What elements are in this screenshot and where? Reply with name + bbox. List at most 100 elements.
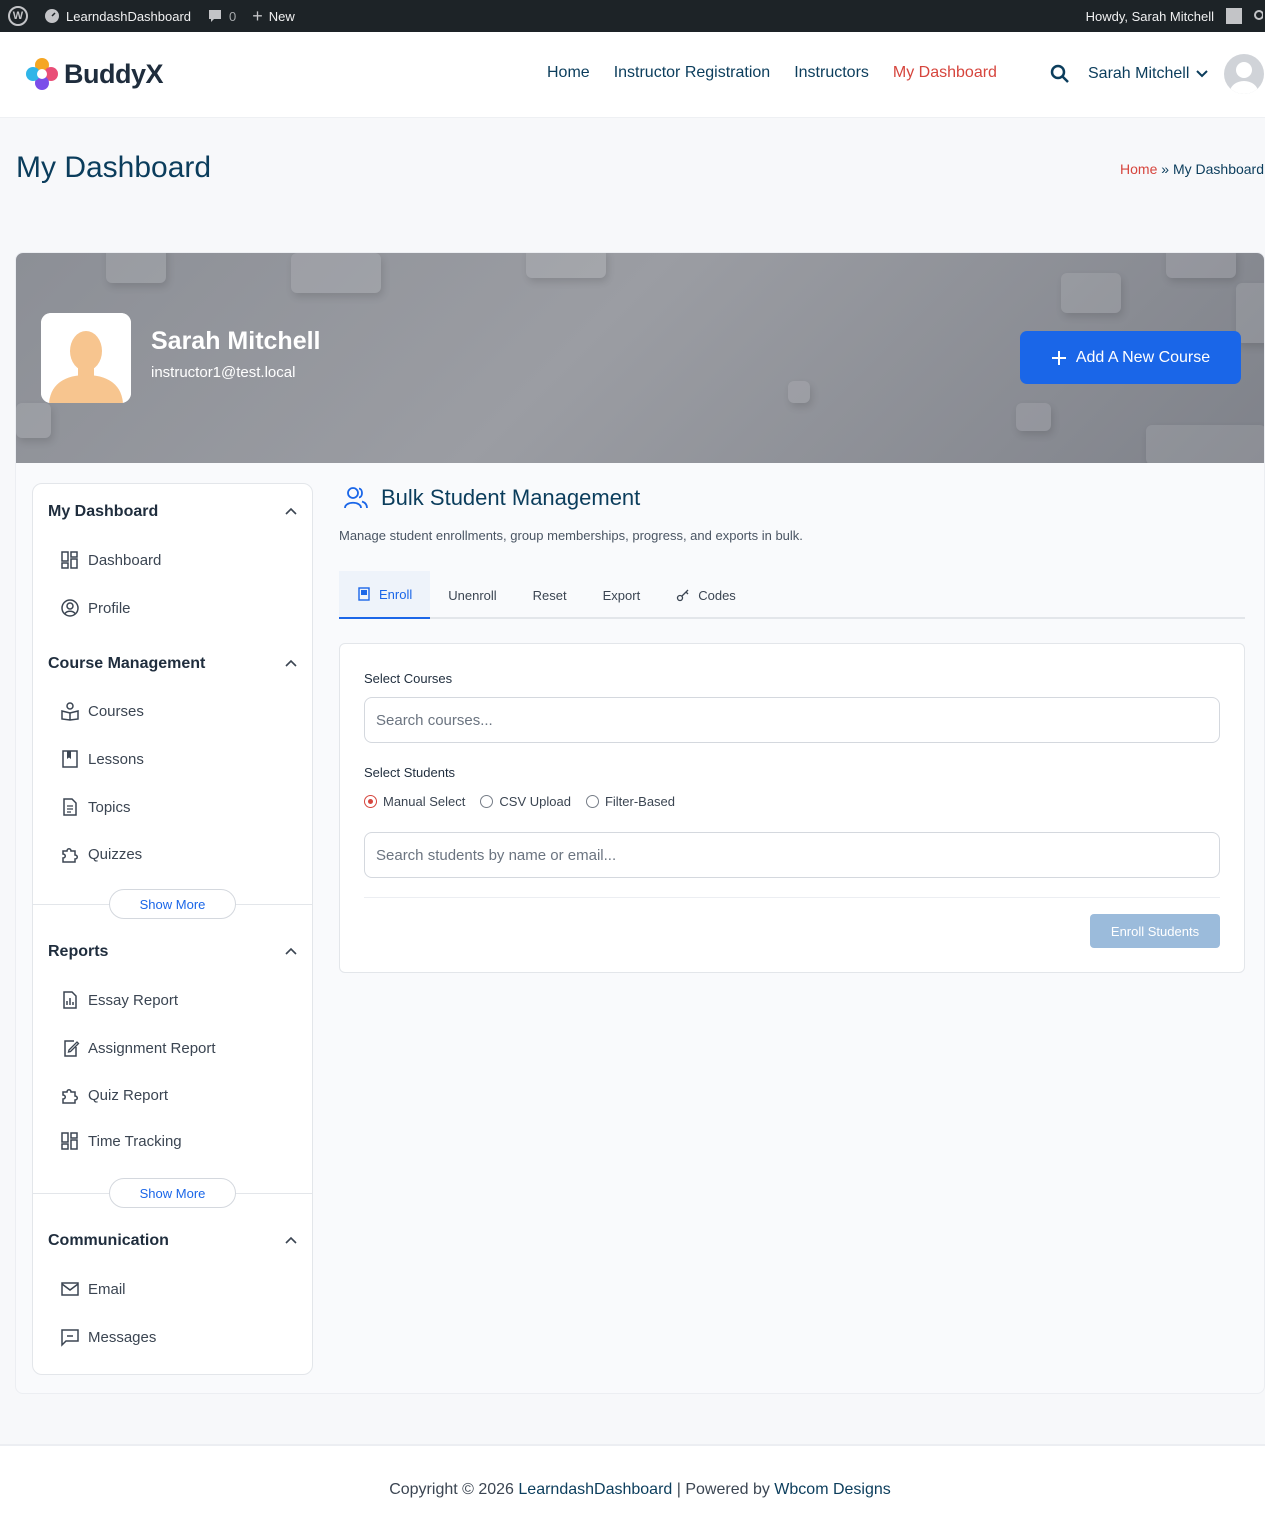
admin-new-link[interactable]: + New (244, 0, 303, 32)
admin-comments-link[interactable]: 0 (199, 0, 244, 32)
profile-name: Sarah Mitchell (151, 327, 321, 355)
footer-site-link[interactable]: LearndashDashboard (518, 1481, 672, 1498)
tab-export[interactable]: Export (585, 571, 659, 619)
sidebar-item-assignment-report[interactable]: Assignment Report (60, 1038, 216, 1058)
content-title: Bulk Student Management (343, 485, 640, 511)
admin-site-name: LearndashDashboard (66, 8, 192, 24)
chevron-up-icon[interactable] (285, 506, 297, 518)
tab-enroll[interactable]: Enroll (339, 571, 431, 619)
enroll-form: Select Courses Search courses... Select … (339, 643, 1245, 973)
radio-button-selected[interactable] (364, 795, 377, 808)
chevron-up-icon[interactable] (285, 1235, 297, 1247)
sidebar-item-quiz-report[interactable]: Quiz Report (60, 1085, 168, 1105)
breadcrumb-current: My Dashboard (1172, 161, 1264, 177)
sidebar-item-label: Assignment Report (88, 1039, 216, 1057)
sidebar-item-label: Messages (88, 1328, 157, 1346)
sidebar-item-label: Courses (88, 702, 144, 720)
users-icon (344, 487, 368, 509)
select-students-label: Select Students (364, 765, 456, 780)
tab-unenroll[interactable]: Unenroll (430, 571, 514, 619)
course-search-input[interactable]: Search courses... (364, 697, 1220, 743)
admin-search[interactable] (1246, 0, 1265, 32)
show-more-button[interactable]: Show More (109, 1178, 236, 1208)
sidebar-item-label: Time Tracking (88, 1132, 182, 1150)
user-circle-icon (61, 599, 79, 617)
radio-button[interactable] (480, 795, 494, 808)
chevron-down-icon (1196, 70, 1209, 78)
buddyx-logo-icon (26, 58, 58, 90)
sidebar-item-email[interactable]: Email (60, 1279, 126, 1299)
content-title-text: Bulk Student Management (381, 485, 641, 510)
puzzle-icon (62, 848, 78, 863)
plus-icon (1051, 350, 1066, 365)
logo-text: BuddyX (64, 58, 164, 89)
sidebar-item-label: Dashboard (88, 551, 162, 569)
enroll-students-button[interactable]: Enroll Students (1090, 914, 1220, 948)
content-description: Manage student enrollments, group member… (339, 528, 803, 543)
dashboard-gauge-icon (45, 9, 59, 23)
nav-instructors[interactable]: Instructors (794, 64, 869, 82)
tab-codes[interactable]: Codes (658, 571, 754, 619)
header-search-icon[interactable] (1050, 64, 1070, 84)
footer-copyright: Copyright © 2026 LearndashDashboard | Po… (0, 1481, 1265, 1499)
sidebar-item-essay-report[interactable]: Essay Report (60, 990, 178, 1010)
sidebar-item-quizzes[interactable]: Quizzes (60, 844, 142, 864)
tab-label: Unenroll (448, 587, 497, 603)
nav-instructor-registration[interactable]: Instructor Registration (614, 64, 771, 82)
tab-reset[interactable]: Reset (515, 571, 585, 619)
sidebar-item-courses[interactable]: Courses (60, 701, 144, 721)
bookmark-book-icon (62, 750, 78, 768)
show-more-button[interactable]: Show More (109, 889, 236, 919)
sidebar-item-messages[interactable]: Messages (60, 1327, 156, 1347)
admin-comment-count: 0 (229, 8, 237, 24)
tab-label: Reset (532, 587, 567, 603)
site-logo[interactable]: BuddyX (26, 58, 164, 90)
chevron-up-icon[interactable] (285, 946, 297, 958)
tab-label: Export (602, 587, 641, 603)
sidebar-item-lessons[interactable]: Lessons (60, 749, 144, 769)
sidebar-section-communication[interactable]: Communication (48, 1232, 169, 1250)
radio-label: Filter-Based (604, 794, 676, 809)
user-menu-name: Sarah Mitchell (1088, 65, 1190, 82)
sidebar-item-dashboard[interactable]: Dashboard (60, 550, 161, 570)
document-icon (63, 798, 77, 816)
form-divider (364, 897, 1220, 898)
nav-home[interactable]: Home (547, 64, 590, 82)
sidebar-section-reports[interactable]: Reports (48, 943, 108, 961)
radio-label: Manual Select (383, 794, 466, 809)
footer-middle: | Powered by (676, 1481, 770, 1498)
profile-banner: Sarah Mitchell instructor1@test.local Ad… (16, 253, 1264, 463)
wordpress-menu[interactable]: W (0, 0, 36, 32)
chevron-up-icon[interactable] (285, 658, 297, 670)
dashboard-card: Sarah Mitchell instructor1@test.local Ad… (15, 252, 1265, 1394)
tab-label: Enroll (379, 586, 413, 602)
breadcrumb-home[interactable]: Home (1120, 161, 1157, 177)
sidebar-section-course-management[interactable]: Course Management (48, 655, 205, 673)
admin-site-link[interactable]: LearndashDashboard (36, 0, 199, 32)
comment-icon (209, 10, 222, 22)
sidebar-item-profile[interactable]: Profile (60, 598, 131, 618)
header-avatar[interactable] (1224, 54, 1264, 94)
sidebar-section-my-dashboard[interactable]: My Dashboard (48, 503, 158, 521)
user-silhouette-icon (1230, 62, 1258, 94)
radio-filter-based[interactable]: Filter-Based (585, 794, 676, 809)
report-chart-icon (63, 991, 77, 1009)
radio-manual-select[interactable]: Manual Select (364, 794, 465, 809)
radio-csv-upload[interactable]: CSV Upload (480, 794, 571, 809)
grid-icon (61, 551, 78, 569)
dashboard-sidebar: My Dashboard Dashboard Profile Course Ma… (32, 483, 313, 1375)
admin-account-menu[interactable]: Howdy, Sarah Mitchell (1078, 0, 1246, 32)
main-nav: Home Instructor Registration Instructors… (547, 64, 997, 82)
radio-button[interactable] (585, 795, 599, 808)
add-course-button[interactable]: Add A New Course (1020, 331, 1241, 384)
profile-avatar (41, 313, 131, 403)
key-icon (677, 589, 689, 602)
nav-my-dashboard[interactable]: My Dashboard (893, 64, 997, 82)
footer-powered-link[interactable]: Wbcom Designs (774, 1481, 890, 1498)
sidebar-item-topics[interactable]: Topics (60, 797, 131, 817)
student-search-input[interactable]: Search students by name or email... (364, 832, 1220, 878)
admin-howdy: Howdy, Sarah Mitchell (1085, 8, 1214, 24)
sidebar-item-time-tracking[interactable]: Time Tracking (60, 1131, 182, 1151)
user-menu[interactable]: Sarah Mitchell (1088, 65, 1209, 83)
site-footer: Copyright © 2026 LearndashDashboard | Po… (0, 1444, 1265, 1536)
